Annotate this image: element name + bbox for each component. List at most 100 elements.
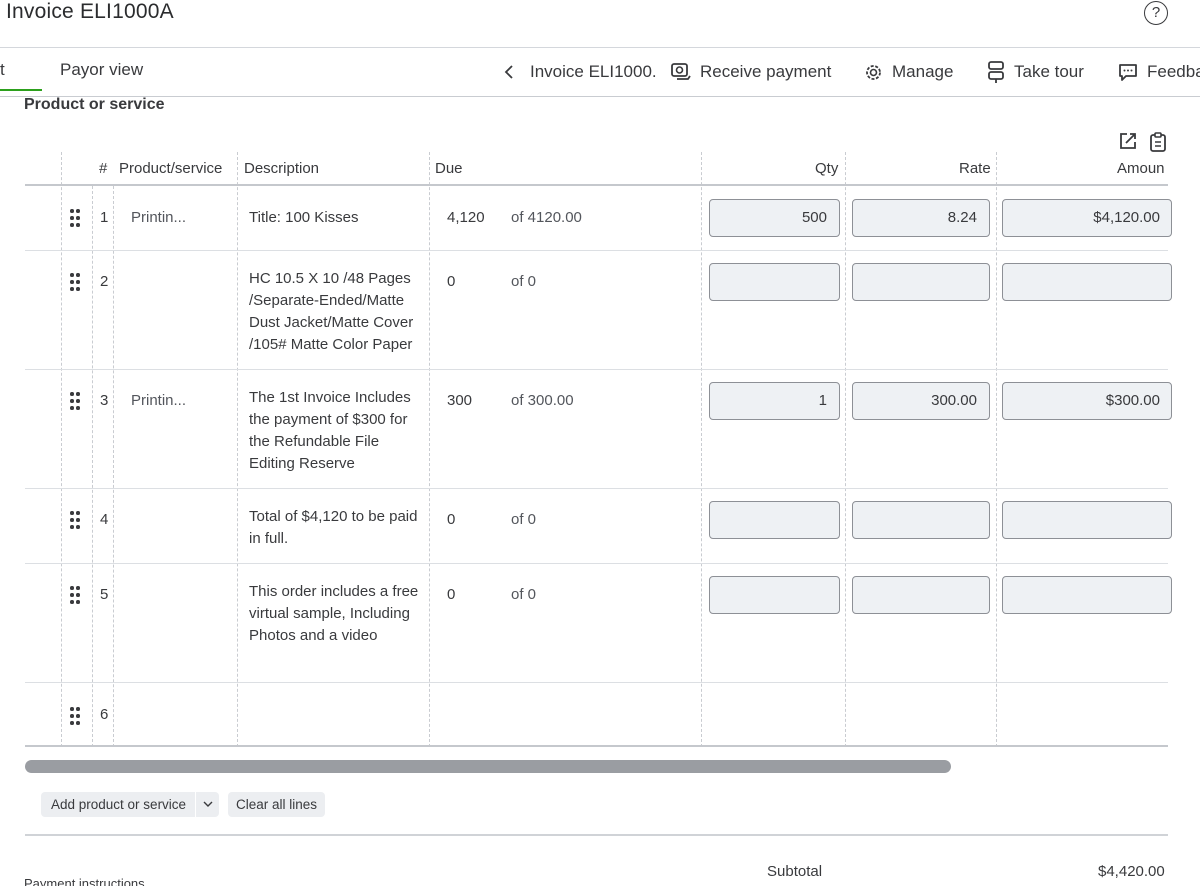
row-divider [25,369,1168,370]
subtotal-value: $4,420.00 [1098,863,1165,880]
drag-handle-icon[interactable] [70,392,80,410]
qty-input[interactable] [709,263,840,301]
help-icon[interactable]: ? [1144,1,1168,25]
drag-handle-icon[interactable] [70,707,80,725]
rate-input[interactable] [852,576,990,614]
due-amount[interactable]: 0 [447,271,455,293]
chevron-left-icon [504,65,513,79]
take-tour-button[interactable]: Take tour [986,60,1084,84]
drag-handle-icon[interactable] [70,273,80,291]
column-divider [996,152,997,747]
row-divider [25,563,1168,564]
manage-label: Manage [892,62,954,81]
description-cell[interactable]: This order includes a free virtual sampl… [249,581,424,647]
column-header-number: # [99,160,108,177]
row-divider [25,250,1168,251]
column-divider [845,152,846,747]
description-cell[interactable]: HC 10.5 X 10 /48 Pages /Separate-Ended/M… [249,268,424,356]
due-of-total: of 4120.00 [511,209,582,226]
feedback-label: Feedba [1147,62,1200,81]
column-divider [61,152,62,747]
edit-external-icon[interactable] [1118,131,1138,151]
qty-input[interactable] [709,501,840,539]
clear-lines-button[interactable]: Clear all lines [228,792,325,817]
due-amount[interactable]: 300 [447,390,472,412]
qty-input[interactable] [709,576,840,614]
receive-payment-label: Receive payment [700,62,832,81]
feedback-icon [1119,64,1137,81]
gear-icon [866,64,881,80]
manage-button[interactable]: Manage [863,60,953,84]
column-header-qty[interactable]: Qty [815,160,838,177]
row-number: 3 [100,392,109,409]
rate-input[interactable]: 8.24 [852,199,990,237]
rate-input[interactable]: 300.00 [852,382,990,420]
subtotal-label: Subtotal [767,863,823,880]
row-number: 4 [100,511,109,528]
due-amount[interactable]: 0 [447,509,455,531]
product-cell[interactable]: Printin... [131,390,186,412]
qty-input[interactable]: 500 [709,199,840,237]
header-divider [0,47,1200,48]
tab-payor-view[interactable]: Payor view [60,60,143,80]
amount-input[interactable] [1002,501,1172,539]
feedback-button[interactable]: Feedba [1117,60,1200,84]
receive-payment-icon [671,63,691,80]
row-number: 2 [100,273,109,290]
row-divider [25,682,1168,683]
column-header-amount[interactable]: Amoun [1117,160,1165,177]
due-of-total: of 300.00 [511,392,574,409]
header-divider [25,184,1168,186]
payment-instructions-label: Payment instructions [24,876,145,886]
add-product-button[interactable]: Add product or service [41,792,195,817]
active-tab-indicator [0,89,42,91]
product-cell[interactable]: Printin... [131,207,186,229]
page-title: Invoice ELI1000A [6,0,174,23]
amount-input[interactable]: $4,120.00 [1002,199,1172,237]
section-title: Product or service [24,96,165,113]
table-tools [1118,131,1168,153]
due-of-total: of 0 [511,273,537,290]
row-number: 6 [100,706,109,723]
due-of-total: of 0 [511,586,537,603]
column-header-due[interactable]: Due [435,160,463,177]
drag-handle-icon[interactable] [70,209,80,227]
row-number: 1 [100,209,109,226]
horizontal-scrollbar[interactable] [25,760,951,773]
drag-handle-icon[interactable] [70,511,80,529]
drag-handle-icon[interactable] [70,586,80,604]
chevron-down-icon [203,801,212,807]
due-amount[interactable]: 4,120 [447,207,485,229]
amount-input[interactable] [1002,576,1172,614]
column-header-product[interactable]: Product/service [119,160,222,177]
nav-divider [0,96,1200,97]
column-divider [237,152,238,747]
due-amount[interactable]: 0 [447,584,455,606]
invoice-breadcrumb[interactable]: Invoice ELI1000. [504,60,657,84]
tab-previous-fragment[interactable]: t [0,60,5,80]
column-header-description[interactable]: Description [244,160,319,177]
amount-input[interactable]: $300.00 [1002,382,1172,420]
due-of-total: of 0 [511,511,537,528]
take-tour-label: Take tour [1014,62,1084,81]
amount-input[interactable] [1002,263,1172,301]
rate-input[interactable] [852,501,990,539]
table-bottom-divider [25,745,1168,747]
qty-input[interactable]: 1 [709,382,840,420]
column-header-rate[interactable]: Rate [959,160,991,177]
row-number: 5 [100,586,109,603]
column-divider [113,186,114,747]
receive-payment-button[interactable]: Receive payment [670,60,831,84]
totals-divider [25,834,1168,836]
invoice-breadcrumb-label: Invoice ELI1000. [530,62,657,81]
add-product-dropdown[interactable] [196,792,219,817]
description-cell[interactable]: Title: 100 Kisses [249,207,424,229]
row-divider [25,488,1168,489]
description-cell[interactable]: The 1st Invoice Includes the payment of … [249,387,424,475]
column-divider [92,186,93,747]
column-divider [701,152,702,747]
description-cell[interactable]: Total of $4,120 to be paid in full. [249,506,424,550]
clipboard-icon[interactable] [1148,131,1168,153]
column-divider [429,152,430,747]
rate-input[interactable] [852,263,990,301]
